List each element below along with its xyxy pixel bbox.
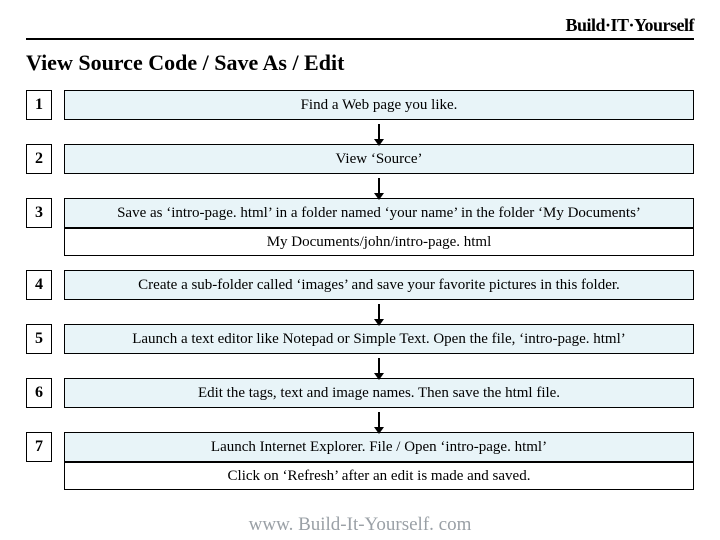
step-box: Launch a text editor like Notepad or Sim…	[64, 324, 694, 354]
steps-container: 1 Find a Web page you like. 2 View ‘Sour…	[26, 90, 694, 490]
page: Build·IT·Yourself View Source Code / Sav…	[0, 0, 720, 536]
arrow-row	[64, 408, 694, 432]
step-number: 7	[26, 432, 52, 462]
down-arrow-icon	[378, 124, 380, 140]
down-arrow-icon	[378, 358, 380, 374]
footer-url: www. Build-It-Yourself. com	[26, 514, 694, 536]
step-row: 1 Find a Web page you like.	[26, 90, 694, 120]
step-row: 7 Launch Internet Explorer. File / Open …	[26, 432, 694, 462]
step-sub-box: My Documents/john/intro-page. html	[64, 228, 694, 256]
arrow-row	[64, 354, 694, 378]
step-row: 2 View ‘Source’	[26, 144, 694, 174]
step-number: 4	[26, 270, 52, 300]
down-arrow-icon	[378, 412, 380, 428]
down-arrow-icon	[378, 304, 380, 320]
step-box: Edit the tags, text and image names. The…	[64, 378, 694, 408]
step-box: View ‘Source’	[64, 144, 694, 174]
step-number: 3	[26, 198, 52, 228]
down-arrow-icon	[378, 178, 380, 194]
step-box: Save as ‘intro-page. html’ in a folder n…	[64, 198, 694, 228]
step-extra-box: Click on ‘Refresh’ after an edit is made…	[64, 462, 694, 490]
step-row: 5 Launch a text editor like Notepad or S…	[26, 324, 694, 354]
step-row: 4 Create a sub-folder called ‘images’ an…	[26, 270, 694, 300]
page-title: View Source Code / Save As / Edit	[26, 50, 694, 76]
step-row: 6 Edit the tags, text and image names. T…	[26, 378, 694, 408]
step-number: 2	[26, 144, 52, 174]
arrow-row	[64, 174, 694, 198]
logo-text: Build·IT·Yourself	[565, 15, 694, 35]
step-number: 1	[26, 90, 52, 120]
logo: Build·IT·Yourself	[565, 15, 694, 36]
arrow-row	[64, 300, 694, 324]
spacer	[26, 256, 694, 270]
arrow-row	[64, 120, 694, 144]
step-number: 6	[26, 378, 52, 408]
step-number: 5	[26, 324, 52, 354]
step-box: Launch Internet Explorer. File / Open ‘i…	[64, 432, 694, 462]
step-row: 3 Save as ‘intro-page. html’ in a folder…	[26, 198, 694, 228]
step-box: Create a sub-folder called ‘images’ and …	[64, 270, 694, 300]
top-bar: Build·IT·Yourself	[26, 16, 694, 40]
step-box: Find a Web page you like.	[64, 90, 694, 120]
